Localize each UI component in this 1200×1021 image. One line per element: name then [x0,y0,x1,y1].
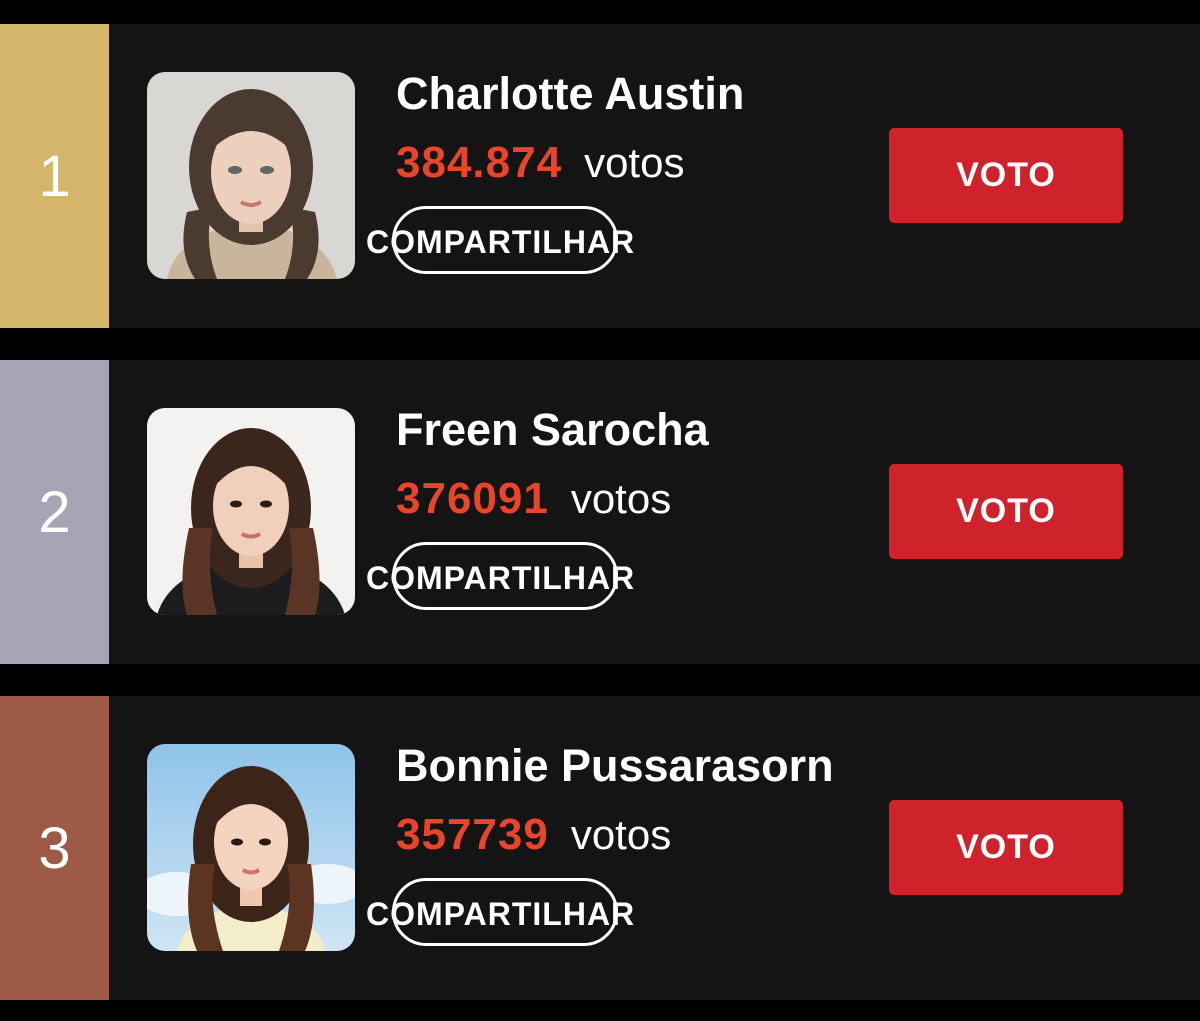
candidate-name: Charlotte Austin [396,68,745,119]
portrait-photo-icon [147,408,355,615]
ranking-card: 2 Freen Sarocha 376091votos COMPARTILHA [0,360,1200,664]
ranking-list: 1 Charlotte Austin 384.874votos COMPART [0,0,1200,1021]
rank-number: 3 [0,696,109,1000]
ranking-card: 1 Charlotte Austin 384.874votos COMPART [0,24,1200,328]
vote-count: 376091 [396,474,549,523]
candidate-avatar [147,744,355,951]
vote-unit: votos [570,811,672,858]
share-button[interactable]: COMPARTILHAR [366,878,666,956]
candidate-name: Bonnie Pussarasorn [396,740,834,791]
rank-number: 2 [0,360,109,664]
vote-line: 376091 votos [396,474,671,524]
candidate-avatar [147,72,355,279]
vote-count: 357739 [396,810,549,859]
share-label: COMPARTILHAR [366,560,636,596]
vote-unit: votos [584,139,685,186]
vote-button[interactable]: VOTO [889,128,1123,223]
vote-line: 384.874 votos [396,138,684,188]
share-button[interactable]: COMPARTILHAR [366,542,666,620]
vote-line: 357739 votos [396,810,671,860]
candidate-name: Freen Sarocha [396,404,709,455]
ranking-card: 3 Bonnie Pussarasorn 357739 votos COMPAR… [0,696,1200,1000]
portrait-photo-icon [147,744,355,951]
share-button[interactable]: COMPARTILHAR [366,206,666,284]
vote-button[interactable]: VOTO [889,800,1123,895]
vote-unit: votos [570,475,672,522]
share-label: COMPARTILHAR [366,896,636,932]
vote-count: 384.874 [396,138,563,187]
portrait-photo-icon [147,72,355,279]
vote-button[interactable]: VOTO [889,464,1123,559]
share-label: COMPARTILHAR [366,224,636,260]
candidate-avatar [147,408,355,615]
rank-number: 1 [0,24,109,328]
